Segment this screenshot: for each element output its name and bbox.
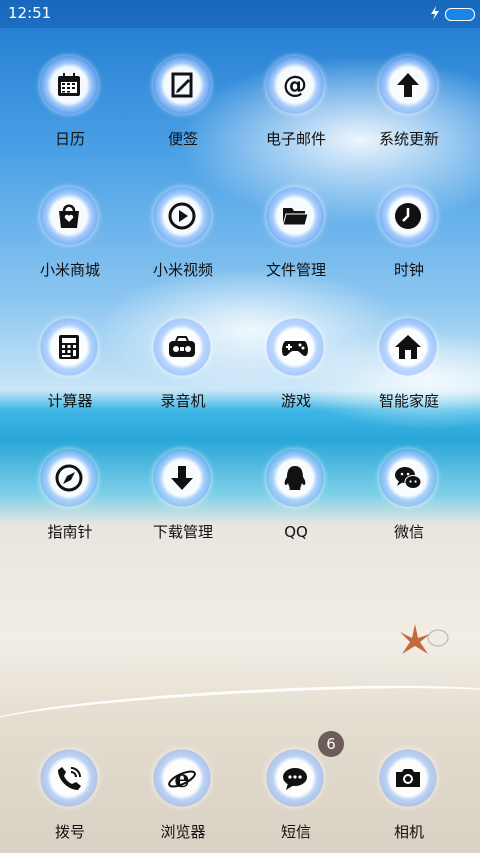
app-calendar[interactable]: 日历 — [10, 56, 130, 156]
app-calculator[interactable]: 计算器 — [10, 318, 130, 418]
app-clock[interactable]: 时钟 — [349, 187, 469, 287]
app-label: 相机 — [393, 823, 424, 841]
notes-icon — [153, 56, 211, 114]
app-label: 小米商城 — [39, 261, 100, 279]
qq-penguin-icon — [266, 449, 324, 507]
app-label: 系统更新 — [378, 130, 439, 148]
battery-icon — [445, 8, 475, 21]
app-email[interactable]: @ 电子邮件 — [236, 56, 356, 156]
app-qq[interactable]: QQ — [236, 449, 356, 549]
app-label: 文件管理 — [265, 261, 326, 279]
email-at-icon: @ — [266, 56, 324, 114]
app-label: 日历 — [54, 130, 85, 148]
app-label: 计算器 — [47, 392, 93, 410]
app-mi-video[interactable]: 小米视频 — [123, 187, 243, 287]
app-system-update[interactable]: 系统更新 — [349, 56, 469, 156]
app-label: QQ — [284, 523, 308, 541]
clock-icon — [379, 187, 437, 245]
status-bar: 12:51 — [0, 0, 480, 28]
phone-icon — [40, 749, 98, 807]
app-recorder[interactable]: 录音机 — [123, 318, 243, 418]
app-notes[interactable]: 便签 — [123, 56, 243, 156]
app-games[interactable]: 游戏 — [236, 318, 356, 418]
dock-browser[interactable]: e 浏览器 — [123, 749, 243, 849]
svg-text:e: e — [174, 764, 189, 793]
gamepad-icon — [266, 318, 324, 376]
calendar-icon — [40, 56, 98, 114]
app-label: 下载管理 — [152, 523, 213, 541]
svg-text:@: @ — [283, 71, 307, 99]
app-label: 游戏 — [280, 392, 311, 410]
compass-icon — [40, 449, 98, 507]
folder-icon — [266, 187, 324, 245]
app-label: 电子邮件 — [265, 130, 326, 148]
app-label: 小米视频 — [152, 261, 213, 279]
app-label: 时钟 — [393, 261, 424, 279]
shopping-bag-icon — [40, 187, 98, 245]
app-label: 拨号 — [54, 823, 85, 841]
home-icon — [379, 318, 437, 376]
app-label: 录音机 — [160, 392, 206, 410]
app-smart-home[interactable]: 智能家庭 — [349, 318, 469, 418]
app-label: 浏览器 — [160, 823, 206, 841]
app-label: 微信 — [393, 523, 424, 541]
app-label: 指南针 — [47, 523, 93, 541]
app-wechat[interactable]: 微信 — [349, 449, 469, 549]
dock-messages[interactable]: 短信 — [236, 749, 356, 849]
app-label: 智能家庭 — [378, 392, 439, 410]
download-icon — [153, 449, 211, 507]
radio-icon — [153, 318, 211, 376]
play-icon — [153, 187, 211, 245]
app-label: 便签 — [167, 130, 198, 148]
app-mi-store[interactable]: 小米商城 — [10, 187, 130, 287]
app-file-manager[interactable]: 文件管理 — [236, 187, 356, 287]
app-label: 短信 — [280, 823, 311, 841]
dock-phone[interactable]: 拨号 — [10, 749, 130, 849]
charging-icon — [431, 6, 439, 20]
update-arrow-icon — [379, 56, 437, 114]
message-icon — [266, 749, 324, 807]
dock-camera[interactable]: 相机 — [349, 749, 469, 849]
browser-icon: e — [153, 749, 211, 807]
wechat-icon — [379, 449, 437, 507]
app-compass[interactable]: 指南针 — [10, 449, 130, 549]
starfish-decoration — [400, 624, 449, 654]
unread-badge: 6 — [318, 731, 344, 757]
camera-icon — [379, 749, 437, 807]
app-downloads[interactable]: 下载管理 — [123, 449, 243, 549]
status-time: 12:51 — [8, 4, 52, 22]
calculator-icon — [40, 318, 98, 376]
